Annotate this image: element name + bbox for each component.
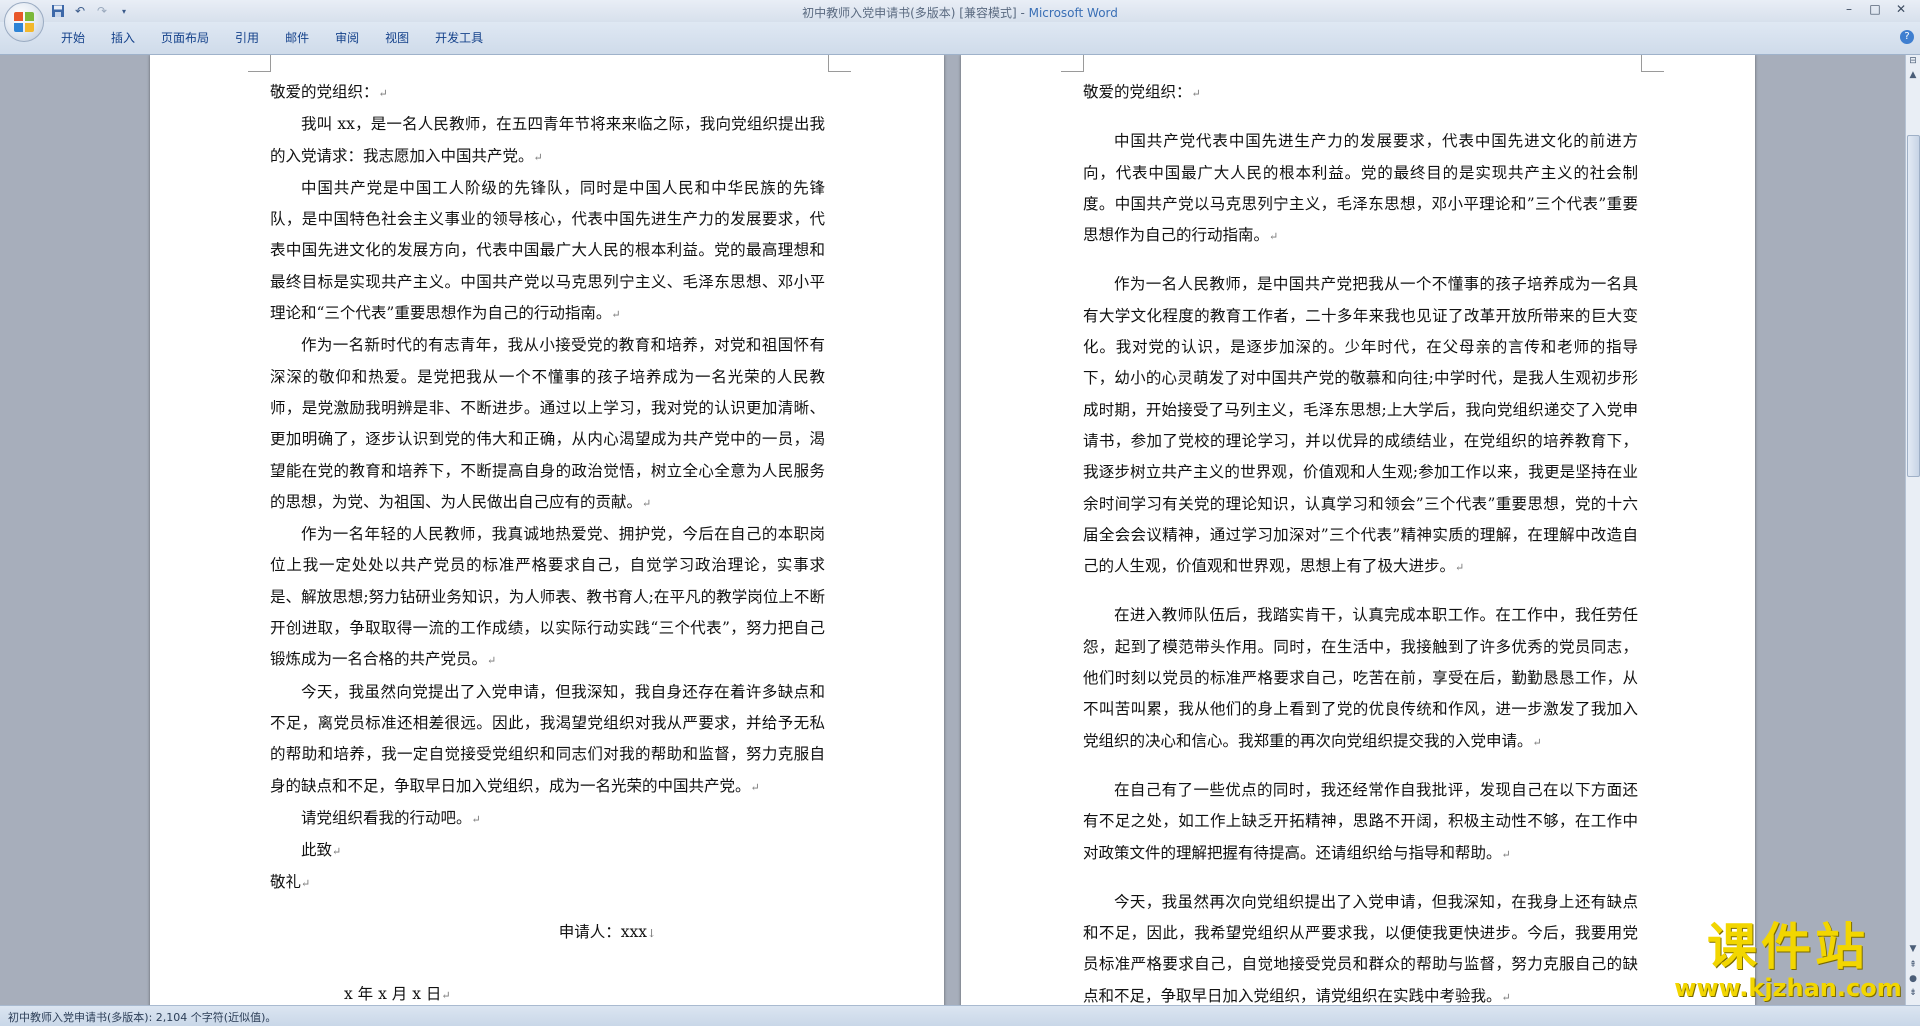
tab-review[interactable]: 审阅 [322,29,372,47]
status-bar: 初中教师入党申请书(多版本): 2,104 个字符(近似值)。 [0,1005,1920,1026]
paragraph: 今天，我虽然再次向党组织提出了入党申请，但我深知，在我身上还有缺点和不足，因此，… [1083,892,1638,1005]
salutation: 敬爱的党组织：↵ [1083,83,1201,101]
paragraph: 中国共产党是中国工人阶级的先锋队，同时是中国人民和中华民族的先锋队，是中国特色社… [270,178,825,323]
tab-insert[interactable]: 插入 [98,29,148,47]
tab-mailings[interactable]: 邮件 [272,29,322,47]
paragraph: 在自己有了一些优点的同时，我还经常作自我批评，发现自己在以下方面还有不足之处，如… [1083,780,1638,862]
title-bar: ↶ ↷ ▾ 初中教师入党申请书(多版本) [兼容模式] - Microsoft … [0,0,1920,23]
select-browse-object-icon[interactable]: ● [1907,973,1919,986]
window-controls: – □ ✕ [1836,0,1914,18]
paragraph: 在进入教师队伍后，我踏实肯干，认真完成本职工作。在工作中，我任劳任怨，起到了模范… [1083,606,1638,750]
scrollbar-thumb[interactable] [1907,135,1920,477]
next-page-icon[interactable]: ⇟ [1907,987,1919,1000]
watermark-logo: 课件站 www.kjzhan.com [1668,920,1908,1002]
office-logo-icon [14,12,34,32]
document-title: 初中教师入党申请书(多版本) [兼容模式] - [802,6,1029,20]
document-page-2[interactable]: 敬爱的党组织：↵ 中国共产党代表中国先进生产力的发展要求，代表中国先进文化的前进… [961,55,1755,1005]
applicant-signature: 申请人：xxx↓ [558,922,657,941]
tab-view[interactable]: 视图 [372,29,422,47]
page-body: 敬爱的党组织：↵ 中国共产党代表中国先进生产力的发展要求，代表中国先进文化的前进… [1083,77,1638,1005]
office-button[interactable] [4,2,44,42]
paragraph: 作为一名新时代的有志青年，我从小接受党的教育和培养，对党和祖国怀有深深的敬仰和热… [270,336,825,511]
paragraph: 请党组织看我的行动吧。↵ [301,808,481,827]
vertical-scrollbar[interactable]: ⊟ ▲ ▼ ⇞ ● ⇟ [1905,55,1920,1005]
crop-mark [828,55,851,72]
window-title: 初中教师入党申请书(多版本) [兼容模式] - Microsoft Word [0,4,1920,21]
closing: 敬礼↵ [270,873,311,892]
document-page-1[interactable]: 敬爱的党组织：↵ 我叫 xx，是一名人民教师，在五四青年节将来来临之际，我向党组… [150,55,944,1005]
tab-references[interactable]: 引用 [222,29,272,47]
document-workspace: 敬爱的党组织：↵ 我叫 xx，是一名人民教师，在五四青年节将来来临之际，我向党组… [0,55,1906,1005]
crop-mark [1641,55,1664,72]
tab-home[interactable]: 开始 [48,29,98,47]
ribbon-tabs: 开始 插入 页面布局 引用 邮件 审阅 视图 开发工具 [48,29,496,47]
watermark-url: www.kjzhan.com [1674,974,1902,1002]
watermark-title: 课件站 [1707,918,1869,976]
paragraph: 今天，我虽然向党提出了入党申请，但我深知，我自身还存在着许多缺点和不足，离党员标… [270,682,825,795]
page-body: 敬爱的党组织：↵ 我叫 xx，是一名人民教师，在五四青年节将来来临之际，我向党组… [270,77,825,1005]
crop-mark [248,55,271,72]
paragraph: 作为一名年轻的人民教师，我真诚地热爱党、拥护党，今后在自己的本职岗位上我一定处处… [270,525,825,669]
paragraph: 中国共产党代表中国先进生产力的发展要求，代表中国先进文化的前进方向，代表中国最广… [1083,132,1638,245]
ribbon: 开始 插入 页面布局 引用 邮件 审阅 视图 开发工具 ? [0,22,1920,55]
close-button[interactable]: ✕ [1888,0,1914,18]
tab-page-layout[interactable]: 页面布局 [148,29,222,47]
ruler-toggle-icon[interactable]: ⊟ [1907,55,1919,68]
date-line: x 年 x 月 x 日↵ [344,985,451,1004]
scroll-down-icon[interactable]: ▼ [1907,943,1919,956]
paragraph: 此致↵ [301,841,342,860]
previous-page-icon[interactable]: ⇞ [1907,959,1919,972]
word-count-status[interactable]: 初中教师入党申请书(多版本): 2,104 个字符(近似值)。 [8,1009,276,1025]
paragraph: 我叫 xx，是一名人民教师，在五四青年节将来来临之际，我向党组织提出我的入党请求… [270,115,825,165]
maximize-button[interactable]: □ [1862,0,1888,18]
app-name: Microsoft Word [1028,6,1118,20]
crop-mark [1061,55,1084,72]
help-icon[interactable]: ? [1900,30,1914,44]
paragraph: 作为一名人民教师，是中国共产党把我从一个不懂事的孩子培养成为一名具有大学文化程度… [1083,275,1638,576]
scroll-up-icon[interactable]: ▲ [1907,69,1919,82]
salutation: 敬爱的党组织：↵ [270,83,388,101]
tab-developer[interactable]: 开发工具 [422,29,496,47]
minimize-button[interactable]: – [1836,0,1862,18]
